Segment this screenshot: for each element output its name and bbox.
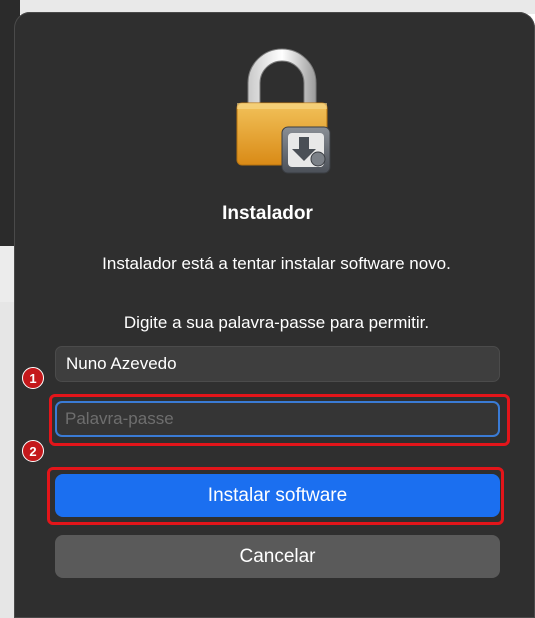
annotation-highlight-password xyxy=(49,394,510,446)
background-panel xyxy=(0,302,14,618)
username-field[interactable]: Nuno Azevedo xyxy=(55,346,500,382)
dialog-prompt: Digite a sua palavra-passe para permitir… xyxy=(123,313,430,332)
dialog-title: Instalador xyxy=(222,203,313,224)
annotation-badge-2: 2 xyxy=(22,440,44,462)
lock-installer-icon xyxy=(236,48,331,174)
annotation-highlight-install xyxy=(47,467,504,525)
dialog-message: Instalador está a tentar instalar softwa… xyxy=(102,254,451,273)
cancel-button[interactable]: Cancelar xyxy=(55,535,500,578)
annotation-badge-1: 1 xyxy=(22,367,44,389)
